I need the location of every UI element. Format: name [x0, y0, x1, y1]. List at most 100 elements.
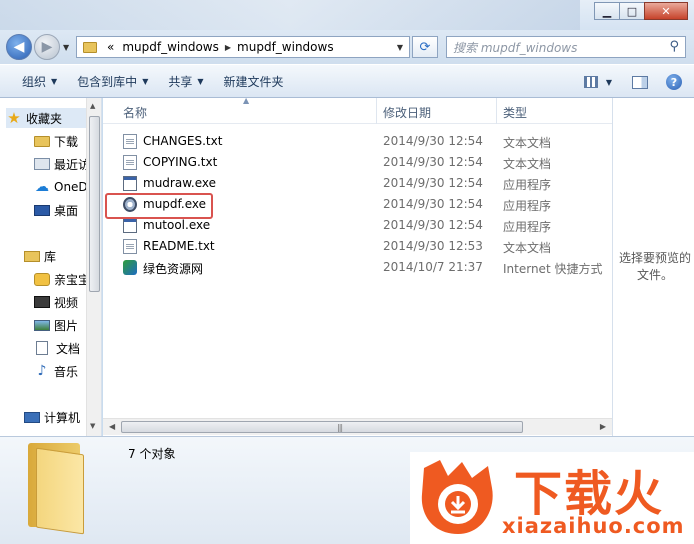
baby-app-icon: [34, 272, 50, 286]
preview-message: 选择要预览的文件。: [618, 251, 691, 282]
file-name: 绿色资源网: [143, 262, 204, 276]
maximize-button[interactable]: □: [619, 2, 645, 20]
file-date: 2014/9/30 12:53: [383, 239, 483, 253]
file-type: 文本文档: [503, 241, 552, 255]
exe-file-icon: [123, 176, 137, 191]
nav-item-music[interactable]: ♪ 音乐: [34, 361, 78, 381]
back-arrow-icon: ◀: [13, 39, 25, 55]
refresh-button[interactable]: ⟳: [412, 36, 438, 58]
nav-item-desktop[interactable]: 桌面: [34, 200, 78, 220]
nav-item-documents[interactable]: 文档: [36, 338, 80, 358]
internet-shortcut-icon: [123, 260, 137, 275]
close-button[interactable]: ✕: [644, 2, 688, 20]
file-row[interactable]: mudraw.exe 2014/9/30 12:54 应用程序: [103, 173, 612, 194]
forward-arrow-icon: ▶: [41, 39, 53, 55]
folder-icon: [28, 443, 86, 535]
share-button[interactable]: 共享 ▼: [158, 69, 213, 93]
chevron-down-icon: ▼: [51, 76, 58, 86]
column-name[interactable]: 名称: [123, 104, 147, 121]
organize-button[interactable]: 组织 ▼: [12, 69, 67, 93]
scroll-up-icon[interactable]: ▲: [90, 102, 95, 110]
breadcrumb-item[interactable]: mupdf_windows: [237, 40, 334, 54]
file-row[interactable]: 绿色资源网 2014/10/7 21:37 Internet 快捷方式: [103, 257, 612, 278]
chevron-down-icon: ▼: [142, 76, 149, 86]
title-bar-blur: [0, 0, 580, 30]
breadcrumb-overflow[interactable]: «: [107, 40, 114, 54]
preview-pane: 选择要预览的文件。: [612, 98, 694, 436]
horizontal-scrollbar[interactable]: ◀ ||| ▶: [103, 418, 612, 435]
window-controls: ▁ □ ✕: [594, 2, 688, 20]
file-row[interactable]: CHANGES.txt 2014/9/30 12:54 文本文档: [103, 131, 612, 152]
downloads-folder-icon: [34, 135, 50, 147]
help-icon[interactable]: ?: [666, 74, 682, 90]
address-dropdown-icon[interactable]: ▼: [397, 43, 403, 52]
search-input[interactable]: 搜索 mupdf_windows ⚲: [446, 36, 686, 58]
highlight-box: [105, 193, 213, 219]
nav-item-pictures[interactable]: 图片: [34, 315, 78, 335]
file-type: 应用程序: [503, 199, 552, 213]
refresh-icon: ⟳: [419, 39, 431, 55]
text-file-icon: [123, 134, 137, 149]
file-name: COPYING.txt: [143, 155, 218, 169]
onedrive-icon: ☁: [35, 179, 49, 195]
back-button[interactable]: ◀: [6, 34, 32, 60]
nav-scrollbar[interactable]: ▲ ▼: [86, 98, 101, 436]
file-row[interactable]: README.txt 2014/9/30 12:53 文本文档: [103, 236, 612, 257]
horizontal-scrollbar-thumb[interactable]: |||: [121, 421, 523, 433]
file-date: 2014/9/30 12:54: [383, 176, 483, 190]
file-date: 2014/9/30 12:54: [383, 197, 483, 211]
desktop-icon: [34, 204, 50, 216]
scrollbar-grip-icon: |||: [337, 423, 343, 432]
xiazaihuo-logo-icon: [421, 460, 493, 534]
breadcrumb-item[interactable]: mupdf_windows: [122, 40, 219, 54]
file-date: 2014/9/30 12:54: [383, 134, 483, 148]
new-folder-button[interactable]: 新建文件夹: [214, 69, 294, 93]
include-in-library-button[interactable]: 包含到库中 ▼: [67, 69, 158, 93]
breadcrumb-separator-icon[interactable]: ▶: [225, 43, 231, 52]
nav-item-label: 计算机: [44, 410, 81, 425]
sort-ascending-icon: ▲: [243, 96, 250, 105]
nav-scrollbar-thumb[interactable]: [89, 116, 100, 292]
nav-item-label: 亲宝宝: [54, 272, 91, 287]
folder-icon: [83, 41, 97, 53]
column-divider[interactable]: [376, 98, 377, 124]
file-row[interactable]: COPYING.txt 2014/9/30 12:54 文本文档: [103, 152, 612, 173]
file-name: README.txt: [143, 239, 215, 253]
file-type: 应用程序: [503, 220, 552, 234]
file-name: mutool.exe: [143, 218, 211, 232]
scroll-down-icon[interactable]: ▼: [90, 422, 95, 430]
address-bar[interactable]: « mupdf_windows ▶ mupdf_windows ▼: [76, 36, 410, 58]
watermark: 下载火 xiazaihuo.com: [410, 452, 694, 544]
chevron-down-icon: ▼: [197, 76, 204, 86]
nav-item-videos[interactable]: 视频: [34, 292, 78, 312]
text-file-icon: [123, 155, 137, 170]
forward-button[interactable]: ▶: [34, 34, 60, 60]
recent-pages-dropdown[interactable]: ▼: [63, 43, 69, 52]
nav-item-computer[interactable]: 计算机: [24, 407, 80, 427]
nav-item-label: 文档: [56, 341, 81, 356]
view-dropdown-icon[interactable]: ▼: [606, 78, 612, 87]
preview-pane-icon[interactable]: [632, 75, 648, 89]
computer-icon: [24, 411, 40, 423]
nav-item-baby[interactable]: 亲宝宝: [34, 269, 90, 289]
column-divider[interactable]: [496, 98, 497, 124]
view-options-icon[interactable]: [583, 76, 598, 88]
minimize-button[interactable]: ▁: [594, 2, 620, 20]
column-type[interactable]: 类型: [503, 104, 527, 121]
address-row: ◀ ▶ ▼ « mupdf_windows ▶ mupdf_windows ▼ …: [0, 30, 694, 64]
toolbar-right: ▼ ?: [583, 65, 694, 99]
nav-item-onedrive[interactable]: ☁ OneD: [34, 177, 88, 197]
libraries-icon: [24, 250, 40, 262]
scroll-left-icon[interactable]: ◀: [109, 422, 115, 431]
scroll-right-icon[interactable]: ▶: [600, 422, 606, 431]
search-icon[interactable]: ⚲: [669, 39, 679, 54]
column-date[interactable]: 修改日期: [383, 104, 431, 121]
nav-item-label: 图片: [54, 318, 79, 333]
nav-item-downloads[interactable]: 下载: [34, 131, 78, 151]
nav-item-favorites[interactable]: ★ 收藏夹: [6, 108, 94, 128]
nav-item-libraries[interactable]: 库: [24, 246, 56, 266]
command-bar: 组织 ▼ 包含到库中 ▼ 共享 ▼ 新建文件夹 ▼ ?: [0, 64, 694, 98]
file-date: 2014/9/30 12:54: [383, 218, 483, 232]
nav-item-recent[interactable]: 最近访: [34, 154, 90, 174]
new-folder-label: 新建文件夹: [223, 74, 284, 89]
